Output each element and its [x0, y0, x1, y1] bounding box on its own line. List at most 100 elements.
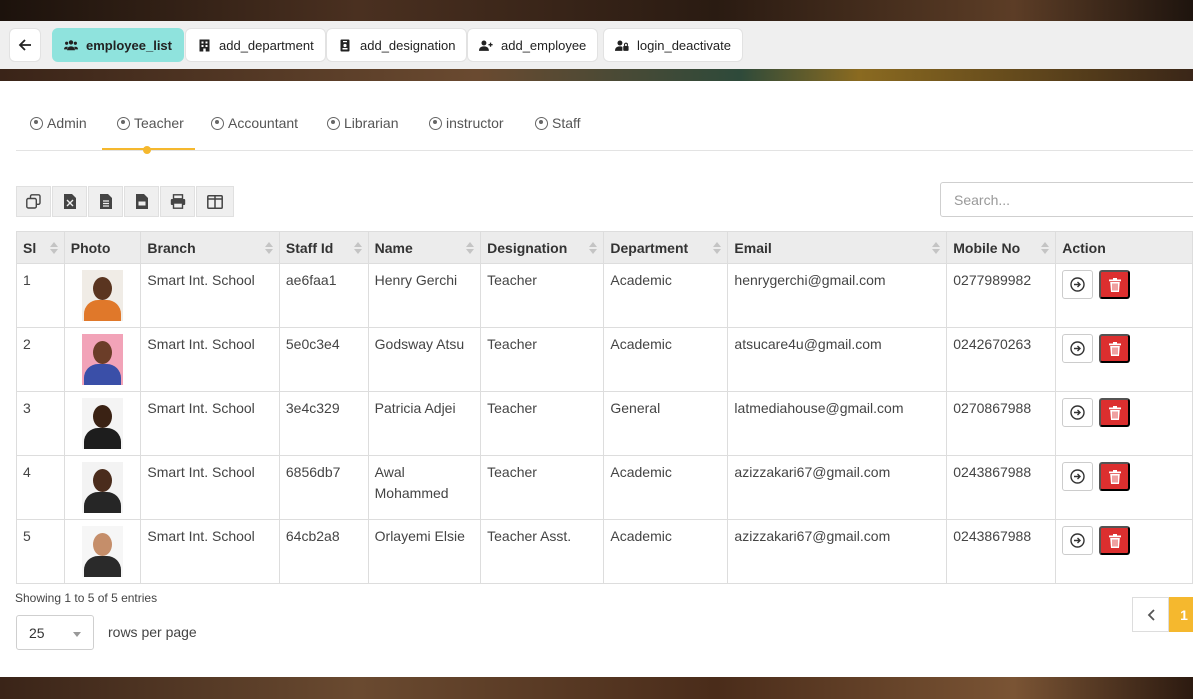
- col-action: Action: [1055, 231, 1193, 264]
- arrow-circle-right-icon: [1070, 277, 1085, 292]
- cell-department: Academic: [603, 327, 729, 392]
- action-cell: [1055, 263, 1193, 328]
- cell-designation: Teacher Asst.: [480, 519, 605, 584]
- sort-icon: [49, 242, 58, 254]
- delete-button[interactable]: [1099, 334, 1131, 363]
- cell-sl: 2: [16, 327, 65, 392]
- col-designation[interactable]: Designation: [480, 231, 605, 264]
- background-bottom: [0, 677, 1193, 699]
- col-sl[interactable]: Sl: [16, 231, 65, 264]
- delete-button[interactable]: [1099, 462, 1131, 491]
- delete-button[interactable]: [1099, 398, 1131, 427]
- sort-icon: [353, 242, 362, 254]
- add-employee-button[interactable]: add_employee: [467, 28, 599, 62]
- view-profile-button[interactable]: [1062, 334, 1094, 363]
- user-circle-icon: [211, 116, 224, 130]
- avatar: [82, 526, 124, 577]
- view-profile-button[interactable]: [1062, 270, 1094, 299]
- view-profile-button[interactable]: [1062, 526, 1094, 555]
- excel-export-button[interactable]: [52, 186, 87, 217]
- cell-sl: 4: [16, 455, 65, 520]
- add-department-label: add_department: [219, 37, 314, 53]
- table-info: Showing 1 to 5 of 5 entries: [15, 591, 158, 605]
- tab-admin[interactable]: Admin: [30, 115, 87, 131]
- pdf-export-button[interactable]: [124, 186, 159, 217]
- cell-name: Godsway Atsu: [367, 327, 482, 392]
- photo-cell: [63, 391, 142, 456]
- tab-instructor[interactable]: instructor: [429, 115, 504, 131]
- sort-icon: [466, 242, 475, 254]
- add-designation-button[interactable]: add_designation: [326, 28, 468, 62]
- background-strip: [0, 69, 1193, 81]
- employee-list-button[interactable]: employee_list: [52, 28, 184, 62]
- user-circle-icon: [535, 116, 548, 130]
- cell-sl: 5: [16, 519, 65, 584]
- employee-panel: Admin Teacher Accountant Librarian instr…: [0, 81, 1193, 677]
- trash-icon: [1108, 533, 1121, 548]
- cell-staff-id: 6856db7: [278, 455, 369, 520]
- delete-button[interactable]: [1099, 270, 1131, 299]
- trash-icon: [1108, 341, 1121, 356]
- action-cell: [1055, 519, 1193, 584]
- arrow-circle-right-icon: [1070, 405, 1085, 420]
- tab-label: Teacher: [134, 115, 184, 131]
- cell-staff-id: 3e4c329: [278, 391, 369, 456]
- tab-librarian[interactable]: Librarian: [327, 115, 398, 131]
- tab-accountant[interactable]: Accountant: [211, 115, 298, 131]
- print-button[interactable]: [160, 186, 195, 217]
- table-row: 5 Smart Int. School 64cb2a8 Orlayemi Elsie T…: [16, 519, 1193, 584]
- sort-icon: [589, 242, 598, 254]
- view-profile-button[interactable]: [1062, 398, 1094, 427]
- cell-mobile: 0243867988: [946, 455, 1057, 520]
- cell-mobile: 0277989982: [946, 263, 1057, 328]
- column-visibility-button[interactable]: [196, 186, 234, 217]
- search-input[interactable]: [940, 182, 1193, 217]
- cell-email: azizzakari67@gmail.com: [727, 519, 948, 584]
- col-email[interactable]: Email: [727, 231, 948, 264]
- copy-icon: [26, 194, 41, 209]
- back-button[interactable]: [9, 28, 41, 62]
- col-mobile[interactable]: Mobile No: [946, 231, 1057, 264]
- cell-department: Academic: [603, 519, 729, 584]
- previous-page-button[interactable]: [1132, 597, 1169, 632]
- cell-branch: Smart Int. School: [140, 455, 280, 520]
- table-row: 4 Smart Int. School 6856db7 Awal Mohammed Te…: [16, 455, 1193, 520]
- user-circle-icon: [429, 116, 442, 130]
- login-deactivate-button[interactable]: login_deactivate: [603, 28, 743, 62]
- col-branch[interactable]: Branch: [140, 231, 280, 264]
- add-employee-label: add_employee: [501, 37, 587, 53]
- cell-branch: Smart Int. School: [140, 519, 280, 584]
- rows-per-page-select[interactable]: 25: [16, 615, 94, 650]
- tab-label: Admin: [47, 115, 87, 131]
- photo-cell: [63, 519, 142, 584]
- sort-icon: [1041, 242, 1050, 254]
- active-tab-dot: [143, 146, 151, 154]
- action-cell: [1055, 327, 1193, 392]
- building-icon: [197, 38, 211, 52]
- add-department-button[interactable]: add_department: [185, 28, 326, 62]
- action-cell: [1055, 455, 1193, 520]
- tab-staff[interactable]: Staff: [535, 115, 581, 131]
- add-designation-label: add_designation: [360, 37, 456, 53]
- tab-teacher[interactable]: Teacher: [117, 115, 184, 131]
- badge-icon: [338, 38, 352, 52]
- csv-export-button[interactable]: [88, 186, 123, 217]
- cell-name: Awal Mohammed: [367, 455, 482, 520]
- users-icon: [64, 38, 78, 52]
- rows-per-page-label: rows per page: [108, 624, 197, 640]
- col-department[interactable]: Department: [603, 231, 729, 264]
- col-name[interactable]: Name: [367, 231, 482, 264]
- delete-button[interactable]: [1099, 526, 1131, 555]
- col-staff-id[interactable]: Staff Id: [278, 231, 369, 264]
- view-profile-button[interactable]: [1062, 462, 1094, 491]
- login-deactivate-label: login_deactivate: [637, 37, 731, 53]
- copy-button[interactable]: [16, 186, 51, 217]
- user-circle-icon: [30, 116, 43, 130]
- page-number-button[interactable]: 1: [1169, 597, 1193, 632]
- chevron-down-icon: [73, 632, 81, 637]
- cell-staff-id: ae6faa1: [278, 263, 369, 328]
- cell-name: Orlayemi Elsie: [367, 519, 482, 584]
- tab-label: Accountant: [228, 115, 299, 131]
- cell-email: atsucare4u@gmail.com: [727, 327, 948, 392]
- employee-table: Sl Photo Branch Staff Id Name Designatio…: [16, 231, 1193, 584]
